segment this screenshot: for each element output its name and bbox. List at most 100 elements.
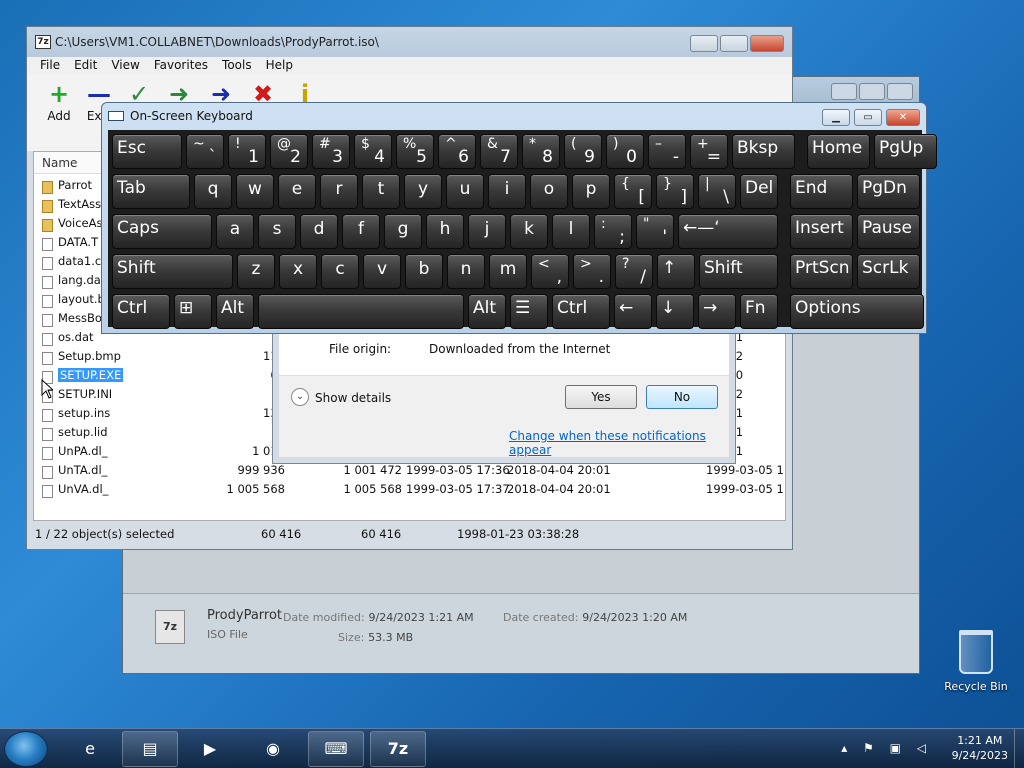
key-h[interactable]: h (426, 214, 464, 249)
key-options[interactable]: Options (790, 294, 924, 329)
toolbar-button-0[interactable]: + Add (39, 79, 79, 123)
key-q[interactable]: q (194, 174, 232, 209)
key-left[interactable]: ← (614, 294, 652, 329)
key-insert[interactable]: Insert (790, 214, 853, 249)
system-tray-icons[interactable]: ▴ ⚑ ▣ ◁ (841, 741, 932, 755)
key-right[interactable]: → (698, 294, 736, 329)
key-lshift[interactable]: Shift (112, 254, 233, 289)
key-del[interactable]: Del (740, 174, 778, 209)
key-tab[interactable]: Tab (112, 174, 190, 209)
key-ralt[interactable]: Alt (468, 294, 506, 329)
key-period[interactable]: >. (573, 254, 611, 289)
key-w[interactable]: w (236, 174, 274, 209)
key-k[interactable]: k (510, 214, 548, 249)
key-comma[interactable]: <, (531, 254, 569, 289)
close-button[interactable]: ✕ (886, 109, 920, 126)
key-u[interactable]: u (446, 174, 484, 209)
key-backslash[interactable]: | \ (698, 174, 736, 209)
key-equals[interactable]: + = (690, 134, 728, 169)
file-explorer-icon[interactable]: ▤ (122, 731, 178, 767)
key-d[interactable]: d (300, 214, 338, 249)
key-menu[interactable]: ☰ (510, 294, 548, 329)
key-bksp[interactable]: Bksp (732, 134, 795, 169)
maximize-button[interactable] (720, 35, 748, 52)
minimize-button[interactable] (690, 35, 718, 52)
key-enter[interactable]: ←—‘ (678, 214, 778, 249)
key-z[interactable]: z (237, 254, 275, 289)
recycle-bin-icon[interactable]: Recycle Bin (944, 630, 1008, 693)
key-rctrl[interactable]: Ctrl (552, 294, 610, 329)
key-pgdn[interactable]: PgDn (857, 174, 920, 209)
table-row[interactable]: UnTA.dl_ 999 936 1 001 472 1999-03-05 17:36… (34, 463, 785, 482)
key-e[interactable]: e (278, 174, 316, 209)
key-quote[interactable]: " ' (636, 214, 674, 249)
key-o[interactable]: o (530, 174, 568, 209)
key-n[interactable]: n (447, 254, 485, 289)
key-1[interactable]: ! 1 (228, 134, 266, 169)
maximize-button[interactable] (859, 83, 885, 100)
key-lbracket[interactable]: {[ (614, 174, 652, 209)
key-l[interactable]: l (552, 214, 590, 249)
key-y[interactable]: y (404, 174, 442, 209)
key-s[interactable]: s (258, 214, 296, 249)
key-i[interactable]: i (488, 174, 526, 209)
show-details-label[interactable]: Show details (315, 391, 391, 405)
media-player-icon[interactable]: ▶ (182, 731, 238, 767)
key-2[interactable]: @2 (270, 134, 308, 169)
key-8[interactable]: * 8 (522, 134, 560, 169)
key-5[interactable]: % 5 (396, 134, 434, 169)
key-b[interactable]: b (405, 254, 443, 289)
minimize-button[interactable] (831, 83, 857, 100)
key-lalt[interactable]: Alt (216, 294, 254, 329)
key-9[interactable]: (9 (564, 134, 602, 169)
key-down[interactable]: ↓ (656, 294, 694, 329)
key-f[interactable]: f (342, 214, 380, 249)
menu-tools[interactable]: Tools (215, 57, 259, 75)
show-desktop-button[interactable] (1014, 729, 1024, 768)
key-j[interactable]: j (468, 214, 506, 249)
key-caps[interactable]: Caps (112, 214, 212, 249)
key-prtscn[interactable]: PrtScn (790, 254, 853, 289)
key-a[interactable]: a (216, 214, 254, 249)
key-r[interactable]: r (320, 174, 358, 209)
key-7[interactable]: & 7 (480, 134, 518, 169)
no-button[interactable]: No (646, 385, 718, 409)
key-v[interactable]: v (363, 254, 401, 289)
key-m[interactable]: m (489, 254, 527, 289)
key-lctrl[interactable]: Ctrl (112, 294, 170, 329)
key-6[interactable]: ^ 6 (438, 134, 476, 169)
key-space[interactable] (258, 294, 464, 329)
minimize-button[interactable]: ▁ (822, 109, 850, 126)
key-home[interactable]: Home (807, 134, 870, 169)
key-scrlk[interactable]: ScrLk (857, 254, 920, 289)
key-end[interactable]: End (790, 174, 853, 209)
menu-help[interactable]: Help (259, 57, 300, 75)
key-t[interactable]: t (362, 174, 400, 209)
key-tilde[interactable]: ~ ` (186, 134, 224, 169)
key-minus[interactable]: – - (648, 134, 686, 169)
key-p[interactable]: p (572, 174, 610, 209)
clock[interactable]: 1:21 AM 9/24/2023 (952, 733, 1008, 763)
menu-view[interactable]: View (104, 57, 146, 75)
menu-file[interactable]: File (33, 57, 67, 75)
close-button[interactable] (887, 83, 913, 100)
key-3[interactable]: #3 (312, 134, 350, 169)
key-pause[interactable]: Pause (857, 214, 920, 249)
close-button[interactable] (750, 35, 784, 52)
menu-favorites[interactable]: Favorites (147, 57, 215, 75)
table-row[interactable]: UnVA.dl_ 1 005 568 1 005 568 1999-03-05 17:… (34, 482, 785, 501)
key-rbracket[interactable]: }] (656, 174, 694, 209)
key-semicolon[interactable]: :; (594, 214, 632, 249)
yes-button[interactable]: Yes (565, 385, 637, 409)
key-g[interactable]: g (384, 214, 422, 249)
menu-edit[interactable]: Edit (67, 57, 104, 75)
change-notifications-link[interactable]: Change when these notifications appear (509, 429, 729, 457)
key-x[interactable]: x (279, 254, 317, 289)
start-button[interactable] (4, 731, 48, 767)
key-fn[interactable]: Fn (740, 294, 778, 329)
key-up[interactable]: ↑ (657, 254, 695, 289)
key-slash[interactable]: ? / (615, 254, 653, 289)
maximize-button[interactable]: ▭ (854, 109, 882, 126)
key-pgup[interactable]: PgUp (874, 134, 937, 169)
chevron-down-icon[interactable]: ⌄ (291, 388, 309, 406)
